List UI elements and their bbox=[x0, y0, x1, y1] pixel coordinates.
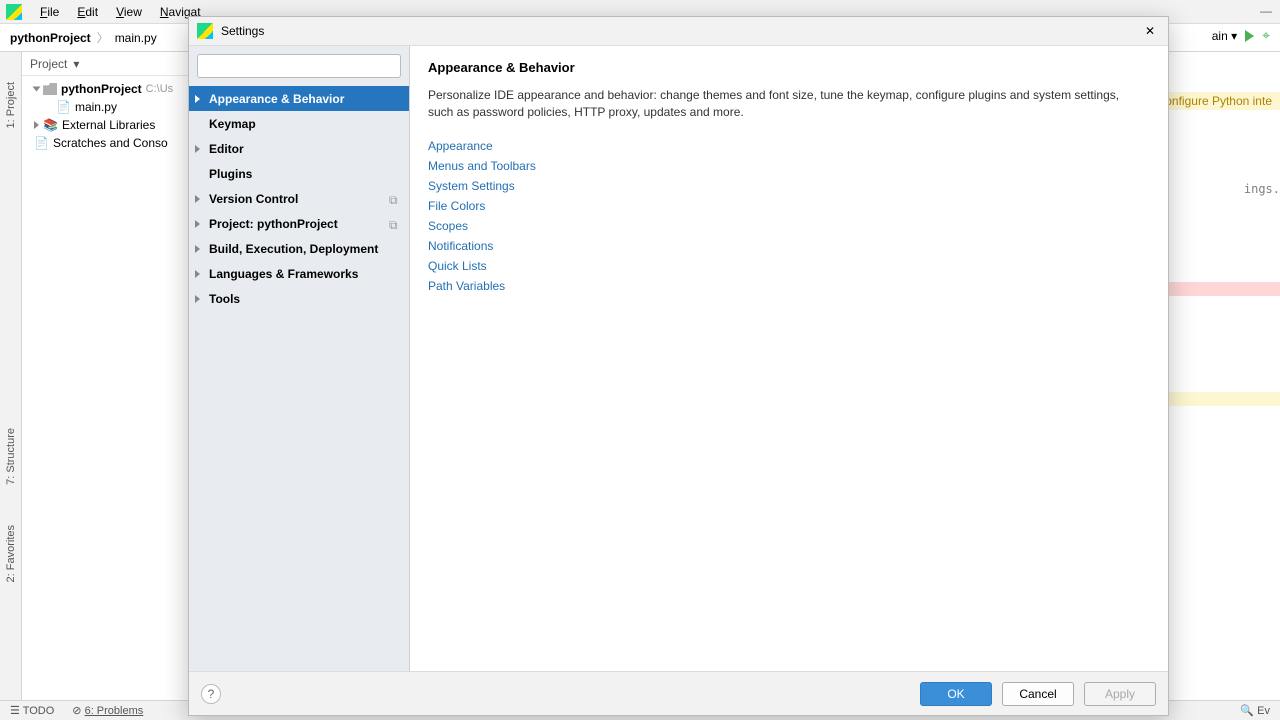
tool-strip-left: 1: Project 7: Structure 2: Favorites bbox=[0, 52, 22, 700]
settings-link-scopes[interactable]: Scopes bbox=[428, 216, 1150, 236]
menu-edit[interactable]: Edit bbox=[69, 3, 106, 21]
settings-category-keymap[interactable]: Keymap bbox=[189, 111, 409, 136]
project-panel-title: Project bbox=[30, 57, 67, 71]
help-button[interactable]: ? bbox=[201, 684, 221, 704]
toolwindow-favorites-tab[interactable]: 2: Favorites bbox=[5, 525, 17, 582]
tree-root-label: pythonProject bbox=[61, 82, 142, 96]
statusbar-events[interactable]: 🔍 Ev bbox=[1240, 704, 1270, 717]
category-label: Project: pythonProject bbox=[209, 217, 338, 231]
settings-category-plugins[interactable]: Plugins bbox=[189, 161, 409, 186]
error-stripe bbox=[1160, 282, 1280, 296]
dialog-titlebar: Settings ✕ bbox=[189, 17, 1168, 45]
settings-category-list: Appearance & Behavior Keymap Editor Plugins… bbox=[189, 86, 409, 671]
dialog-title: Settings bbox=[221, 24, 264, 38]
settings-category-project-pythonproject[interactable]: Project: pythonProject ⧉ bbox=[189, 211, 409, 236]
category-label: Keymap bbox=[209, 117, 256, 131]
category-label: Plugins bbox=[209, 167, 252, 181]
settings-link-file-colors[interactable]: File Colors bbox=[428, 196, 1150, 216]
toolwindow-structure-tab[interactable]: 7: Structure bbox=[5, 428, 17, 485]
category-label: Version Control bbox=[209, 192, 298, 206]
window-controls: — bbox=[1260, 4, 1272, 18]
settings-link-notifications[interactable]: Notifications bbox=[428, 236, 1150, 256]
settings-link-system-settings[interactable]: System Settings bbox=[428, 176, 1150, 196]
breadcrumb-project[interactable]: pythonProject bbox=[10, 31, 91, 45]
interpreter-warning-banner[interactable]: onfigure Python inte bbox=[1157, 92, 1280, 110]
settings-category-version-control[interactable]: Version Control ⧉ bbox=[189, 186, 409, 211]
settings-link-path-variables[interactable]: Path Variables bbox=[428, 276, 1150, 296]
settings-link-quick-lists[interactable]: Quick Lists bbox=[428, 256, 1150, 276]
expand-icon bbox=[195, 145, 200, 153]
tree-root-path: C:\Us bbox=[146, 83, 174, 95]
scratch-icon: 📄 bbox=[34, 136, 49, 150]
content-description: Personalize IDE appearance and behavior:… bbox=[428, 87, 1128, 122]
expand-icon bbox=[195, 245, 200, 253]
library-icon: 📚 bbox=[43, 118, 58, 132]
breadcrumb-separator: 〉 bbox=[97, 29, 109, 46]
project-badge-icon: ⧉ bbox=[389, 193, 401, 205]
settings-category-languages-frameworks[interactable]: Languages & Frameworks bbox=[189, 261, 409, 286]
expand-icon bbox=[195, 270, 200, 278]
run-config-selector[interactable]: ain ▾ bbox=[1212, 29, 1237, 43]
run-controls: ain ▾ ⌖ bbox=[1212, 27, 1270, 44]
warning-stripe bbox=[1160, 392, 1280, 406]
menu-file[interactable]: File bbox=[32, 3, 67, 21]
caret-icon bbox=[34, 121, 39, 129]
python-file-icon: 📄 bbox=[56, 100, 71, 114]
settings-category-editor[interactable]: Editor bbox=[189, 136, 409, 161]
category-label: Build, Execution, Deployment bbox=[209, 242, 378, 256]
category-label: Editor bbox=[209, 142, 244, 156]
pycharm-logo-icon bbox=[6, 4, 22, 20]
debug-icon[interactable]: ⌖ bbox=[1262, 27, 1270, 44]
settings-sidebar: Appearance & Behavior Keymap Editor Plugins… bbox=[189, 46, 410, 671]
caret-icon bbox=[33, 87, 41, 92]
expand-icon bbox=[195, 95, 200, 103]
settings-category-tools[interactable]: Tools bbox=[189, 286, 409, 311]
settings-search-input[interactable] bbox=[197, 54, 401, 78]
tree-external-libs-label: External Libraries bbox=[62, 118, 155, 132]
ok-button[interactable]: OK bbox=[920, 682, 992, 706]
settings-content-pane: Appearance & Behavior Personalize IDE ap… bbox=[410, 46, 1168, 671]
settings-dialog: Settings ✕ Appearance & Behavior Keymap Ed… bbox=[188, 16, 1169, 716]
expand-icon bbox=[195, 220, 200, 228]
project-badge-icon: ⧉ bbox=[389, 218, 401, 230]
breadcrumb-file[interactable]: main.py bbox=[115, 31, 157, 45]
tree-file-label: main.py bbox=[75, 100, 117, 114]
content-heading: Appearance & Behavior bbox=[428, 60, 1150, 75]
cancel-button[interactable]: Cancel bbox=[1002, 682, 1074, 706]
statusbar-problems[interactable]: ⊘ 6: Problems bbox=[72, 704, 143, 717]
toolwindow-project-tab[interactable]: 1: Project bbox=[5, 82, 17, 128]
menu-view[interactable]: View bbox=[108, 3, 150, 21]
dialog-footer: ? OK Cancel Apply bbox=[189, 671, 1168, 715]
folder-icon bbox=[43, 83, 57, 95]
run-icon[interactable] bbox=[1245, 30, 1254, 42]
expand-icon bbox=[195, 195, 200, 203]
pycharm-logo-icon bbox=[197, 23, 213, 39]
expand-icon bbox=[195, 295, 200, 303]
category-label: Appearance & Behavior bbox=[209, 92, 344, 106]
apply-button[interactable]: Apply bbox=[1084, 682, 1156, 706]
settings-category-appearance-behavior[interactable]: Appearance & Behavior bbox=[189, 86, 409, 111]
statusbar-todo[interactable]: ☰ TODO bbox=[10, 704, 54, 717]
tree-scratches-label: Scratches and Conso bbox=[53, 136, 168, 150]
category-label: Languages & Frameworks bbox=[209, 267, 358, 281]
dropdown-icon: ▾ bbox=[73, 57, 79, 71]
settings-link-appearance[interactable]: Appearance bbox=[428, 136, 1150, 156]
settings-link-menus-and-toolbars[interactable]: Menus and Toolbars bbox=[428, 156, 1150, 176]
editor-hint-text: ings. bbox=[1244, 182, 1280, 196]
settings-category-build-execution-deployment[interactable]: Build, Execution, Deployment bbox=[189, 236, 409, 261]
window-minimize-icon[interactable]: — bbox=[1260, 4, 1272, 18]
content-link-list: AppearanceMenus and ToolbarsSystem Setti… bbox=[428, 136, 1150, 296]
dialog-close-button[interactable]: ✕ bbox=[1140, 24, 1160, 38]
category-label: Tools bbox=[209, 292, 240, 306]
